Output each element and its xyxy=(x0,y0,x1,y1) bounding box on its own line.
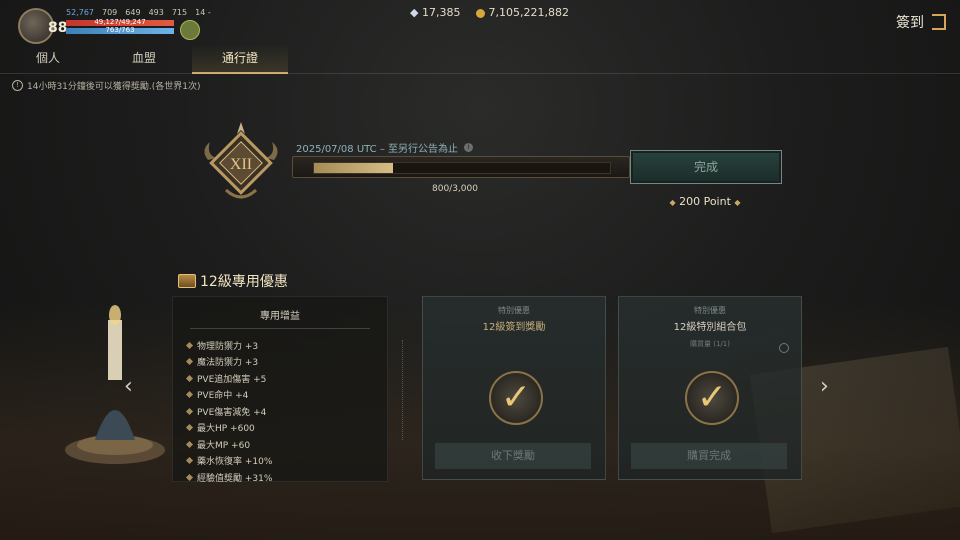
exit-icon xyxy=(932,14,946,30)
diamond-ornament-icon: ◆ xyxy=(669,198,676,207)
complete-button[interactable]: 完成 xyxy=(630,150,782,184)
purchase-complete-button[interactable]: 購買完成 xyxy=(631,443,787,469)
buff-text: 經驗值獎勵 +31% xyxy=(197,473,273,484)
pass-level-emblem: XII xyxy=(204,122,278,199)
card-subtitle: 特別優惠 xyxy=(694,306,726,315)
progress-text: 800/3,000 xyxy=(432,184,478,194)
mp-bar: 763/763 xyxy=(66,26,174,34)
bullet-icon xyxy=(185,407,194,415)
currency-display: ◆ 17,385 7,105,221,882 xyxy=(410,6,569,19)
diamond-ornament-icon: ◆ xyxy=(734,198,741,207)
check-icon: ✓ xyxy=(685,371,739,425)
card-special-bundle: 特別優惠 12級特別組合包 購買量 (1/1) ✓ 購買完成 xyxy=(618,296,802,480)
points-reward: ◆ 200 Point ◆ xyxy=(630,195,780,208)
buff-item: 最大MP +60 xyxy=(185,436,387,453)
player-stats: 52,767 709 649 493 715 14 - xyxy=(66,8,211,17)
buff-panel-header: 專用增益 xyxy=(260,311,300,322)
stat-3: 649 xyxy=(125,8,141,17)
diamond-amount: 17,385 xyxy=(421,6,461,19)
buff-item: 最大HP +600 xyxy=(185,420,387,437)
tab-pass[interactable]: 通行證 xyxy=(192,44,288,74)
info-icon[interactable]: i xyxy=(464,143,473,152)
top-status-bar: 88 52,767 709 649 493 715 14 - 49,127/49… xyxy=(0,0,960,44)
bullet-icon xyxy=(185,424,194,432)
stat-4: 493 xyxy=(148,8,164,17)
buff-panel-divider xyxy=(190,328,370,329)
level-benefit-title: 12級專用優惠 xyxy=(178,271,288,291)
zoom-icon[interactable] xyxy=(779,343,789,353)
card-title: 12級簽到獎勵 xyxy=(482,322,546,333)
buff-item: PVE命中 +4 xyxy=(185,387,387,404)
signin-label: 簽到 xyxy=(896,15,924,31)
hp-text: 49,127/49,247 xyxy=(94,18,146,26)
buff-text: PVE追加傷害 +5 xyxy=(197,374,267,385)
buff-item: 經驗值獎勵 +31% xyxy=(185,469,387,486)
buff-icon[interactable] xyxy=(180,20,200,40)
buff-item: PVE傷害減免 +4 xyxy=(185,403,387,420)
info-icon: ! xyxy=(12,80,23,91)
buff-text: 物理防禦力 +3 xyxy=(197,341,259,352)
tab-divider xyxy=(0,73,960,74)
stat-6: 14 - xyxy=(195,8,211,17)
buff-text: PVE傷害減免 +4 xyxy=(197,407,267,418)
pass-period: 2025/07/08 UTC – 至另行公告為止 i xyxy=(296,140,473,155)
gold-coin-icon xyxy=(476,8,486,18)
buff-text: 最大HP +600 xyxy=(197,424,255,435)
gold-currency: 7,105,221,882 xyxy=(476,6,569,19)
card-title: 12級特別組合包 xyxy=(673,322,747,333)
bullet-icon xyxy=(185,341,194,349)
stat-combat-power: 52,767 xyxy=(66,8,94,17)
claim-reward-button[interactable]: 收下獎勵 xyxy=(435,443,591,469)
tab-personal[interactable]: 個人 xyxy=(0,44,96,74)
stat-2: 709 xyxy=(102,8,118,17)
card-signin-reward: 特別優惠 12級簽到獎勵 ✓ 收下獎勵 xyxy=(422,296,606,480)
divider-dots xyxy=(402,340,407,440)
buff-text: 魔法防禦力 +3 xyxy=(197,358,259,369)
buff-item: 魔法防禦力 +3 xyxy=(185,354,387,371)
buff-item: 藥水恢復率 +10% xyxy=(185,453,387,470)
chest-icon xyxy=(178,274,196,288)
purchase-count: 購買量 (1/1) xyxy=(690,340,730,348)
tab-bar: 個人 血盟 通行證 xyxy=(0,44,290,74)
buff-text: 藥水恢復率 +10% xyxy=(197,457,273,468)
section-title-text: 12級專用優惠 xyxy=(200,274,288,290)
bullet-icon xyxy=(185,473,194,481)
exclusive-buff-panel: 專用增益 物理防禦力 +3 魔法防禦力 +3 PVE追加傷害 +5 PVE命中 … xyxy=(172,296,388,484)
gold-amount: 7,105,221,882 xyxy=(488,6,569,19)
progress-inner xyxy=(313,162,611,174)
buff-item: PVE追加傷害 +5 xyxy=(185,370,387,387)
next-arrow-icon[interactable]: › xyxy=(820,374,829,399)
points-label: 200 Point xyxy=(679,195,731,208)
bullet-icon xyxy=(185,391,194,399)
card-subtitle: 特別優惠 xyxy=(498,306,530,315)
mp-text: 763/763 xyxy=(105,26,135,34)
diamond-icon: ◆ xyxy=(410,6,419,19)
emblem-numeral: XII xyxy=(230,156,252,173)
diamond-currency: ◆ 17,385 xyxy=(410,6,460,19)
previous-arrow-icon[interactable]: ‹ xyxy=(124,374,133,399)
bullet-icon xyxy=(185,440,194,448)
notice-text: 14小時31分鐘後可以獲得獎勵.(各世界1次) xyxy=(27,82,201,92)
candle-decoration xyxy=(65,305,165,464)
tab-clan[interactable]: 血盟 xyxy=(96,44,192,74)
stat-5: 715 xyxy=(171,8,188,17)
bullet-icon xyxy=(185,374,194,382)
reward-notice: ! 14小時31分鐘後可以獲得獎勵.(各世界1次) xyxy=(12,79,201,92)
pass-progress-bar xyxy=(292,156,630,178)
pass-date-text: 2025/07/08 UTC – 至另行公告為止 xyxy=(296,144,458,155)
progress-fill xyxy=(314,163,393,173)
signin-button[interactable]: 簽到 xyxy=(896,12,946,32)
check-icon: ✓ xyxy=(489,371,543,425)
bullet-icon xyxy=(185,457,194,465)
player-level: 88 xyxy=(48,20,68,36)
buff-list: 物理防禦力 +3 魔法防禦力 +3 PVE追加傷害 +5 PVE命中 +4 PV… xyxy=(173,337,387,486)
bullet-icon xyxy=(185,358,194,366)
buff-text: 最大MP +60 xyxy=(197,440,251,451)
buff-item: 物理防禦力 +3 xyxy=(185,337,387,354)
buff-text: PVE命中 +4 xyxy=(197,391,249,402)
